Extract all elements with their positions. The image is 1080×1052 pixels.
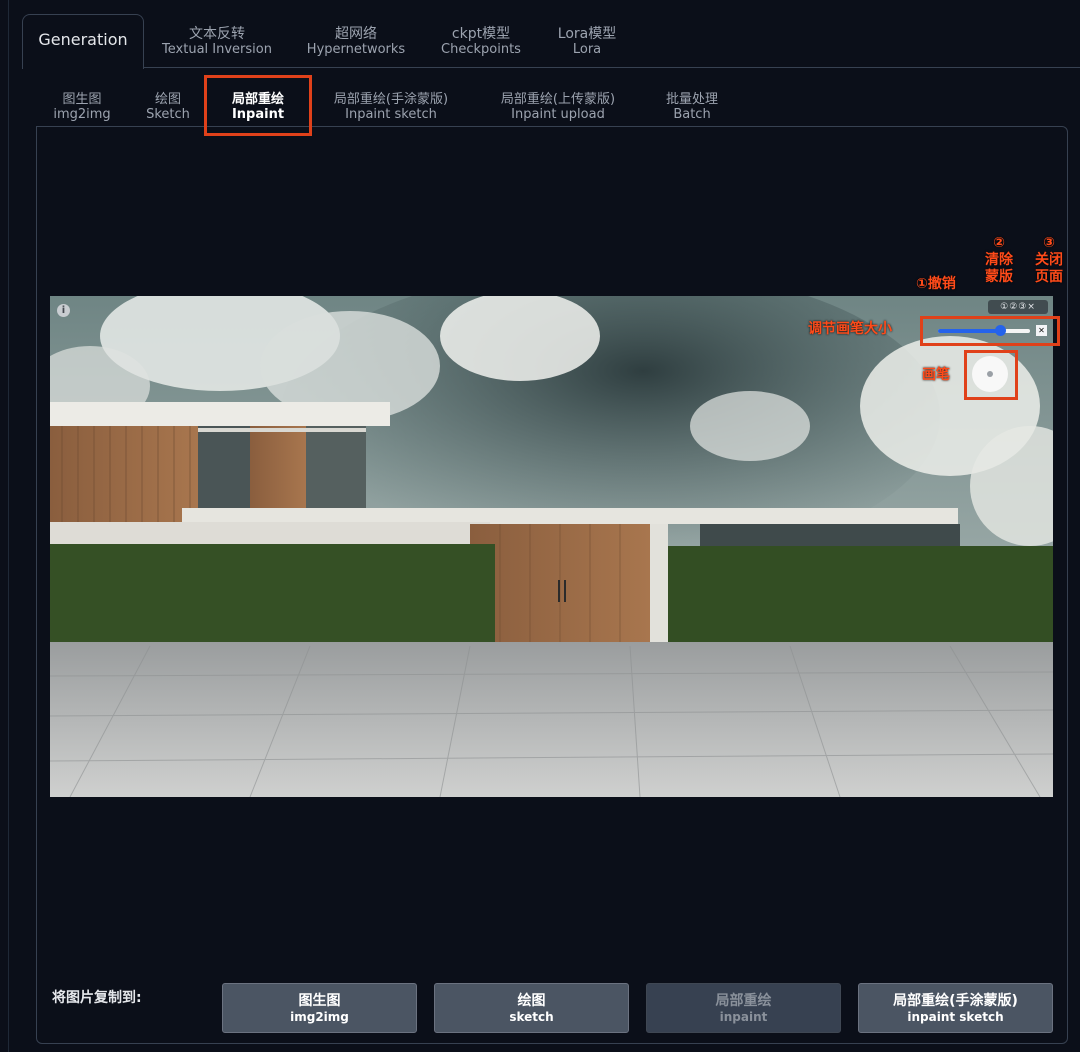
copy-to-label: 将图片复制到: — [52, 990, 142, 1006]
subtab-label: 批量处理 — [665, 92, 718, 107]
subtab-sublabel: img2img — [53, 107, 111, 122]
tab-generation[interactable]: Generation — [22, 14, 144, 69]
left-frame-line — [8, 0, 9, 1052]
annotation-brush: 画笔 — [922, 367, 950, 383]
button-label: 绘图 — [517, 993, 546, 1009]
button-sublabel: img2img — [290, 1010, 349, 1024]
tab-label: 文本反转 — [189, 26, 245, 42]
tab-lora[interactable]: Lora模型 Lora — [550, 14, 624, 68]
subtab-inpaint-sketch[interactable]: 局部重绘(手涂蒙版) Inpaint sketch — [318, 92, 464, 122]
subtab-label: 局部重绘(上传蒙版) — [500, 92, 616, 107]
subtab-sketch[interactable]: 绘图 Sketch — [140, 92, 196, 122]
subtab-label: 局部重绘(手涂蒙版) — [333, 92, 449, 107]
subtab-img2img[interactable]: 图生图 img2img — [52, 92, 112, 122]
tab-checkpoints[interactable]: ckpt模型 Checkpoints — [434, 14, 528, 68]
tab-label: ckpt模型 — [451, 26, 511, 42]
subtab-sublabel: Inpaint sketch — [345, 107, 437, 122]
house-photo — [50, 296, 1053, 797]
subtab-batch[interactable]: 批量处理 Batch — [652, 92, 732, 122]
tab-sublabel: Lora — [572, 42, 602, 57]
annotation-close-num: ③ — [1043, 235, 1055, 251]
subtab-label: 绘图 — [154, 92, 181, 107]
annotation-close: ③ 关闭 页面 — [1032, 235, 1066, 286]
brush-size-slider-fill — [938, 329, 1000, 333]
subtab-label: 图生图 — [62, 92, 102, 107]
send-to-img2img-button[interactable]: 图生图 img2img — [222, 983, 417, 1033]
subtab-sublabel: Batch — [673, 107, 711, 122]
button-label: 局部重绘 — [715, 993, 772, 1009]
annotation-clear-line2: 蒙版 — [985, 269, 1013, 285]
annotation-clear-num: ② — [993, 235, 1005, 251]
tab-sublabel: Hypernetworks — [306, 42, 406, 57]
button-label: 局部重绘(手涂蒙版) — [893, 993, 1018, 1009]
inpaint-canvas[interactable] — [50, 296, 1053, 797]
annotation-close-line2: 页面 — [1035, 269, 1063, 285]
tab-sublabel: Checkpoints — [441, 42, 521, 57]
subtab-inpaint-upload[interactable]: 局部重绘(上传蒙版) Inpaint upload — [484, 92, 632, 122]
close-icon[interactable]: ✕ — [1036, 325, 1047, 336]
tab-label: Lora模型 — [557, 26, 617, 42]
tab-label: 超网络 — [335, 26, 377, 42]
annotation-close-line1: 关闭 — [1035, 252, 1063, 268]
annotation-clear-line1: 清除 — [985, 252, 1013, 268]
tab-hypernetworks[interactable]: 超网络 Hypernetworks — [300, 14, 412, 68]
annotation-clear: ② 清除 蒙版 — [984, 235, 1014, 286]
tab-sublabel: Textual Inversion — [162, 42, 272, 57]
send-to-sketch-button[interactable]: 绘图 sketch — [434, 983, 629, 1033]
tab-label: Generation — [38, 30, 128, 49]
canvas-controls[interactable]: ①②③× — [988, 300, 1048, 314]
annotation-undo: ①撤销 — [916, 276, 956, 292]
brush-icon[interactable] — [972, 356, 1008, 392]
subtab-sublabel: Sketch — [146, 107, 190, 122]
subtab-sublabel: Inpaint upload — [511, 107, 605, 122]
send-to-inpaint-sketch-button[interactable]: 局部重绘(手涂蒙版) inpaint sketch — [858, 983, 1053, 1033]
button-label: 图生图 — [298, 993, 341, 1009]
tab-textual-inversion[interactable]: 文本反转 Textual Inversion — [158, 14, 276, 68]
button-sublabel: sketch — [509, 1010, 554, 1024]
send-to-inpaint-button[interactable]: 局部重绘 inpaint — [646, 983, 841, 1033]
inpaint-tab-highlight — [204, 75, 312, 136]
brush-size-slider-knob[interactable] — [995, 325, 1006, 336]
info-icon[interactable]: i — [57, 304, 70, 317]
button-sublabel: inpaint — [719, 1010, 768, 1024]
annotation-adjust-brush: 调节画笔大小 — [808, 321, 892, 337]
button-sublabel: inpaint sketch — [907, 1010, 1004, 1024]
